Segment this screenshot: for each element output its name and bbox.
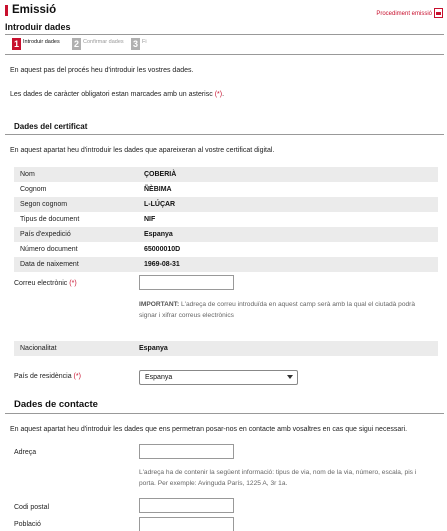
- step-number: 3: [131, 38, 140, 50]
- row-label: Cognom: [20, 186, 47, 193]
- email-help: IMPORTANT: L'adreça de correu introduïda…: [139, 299, 429, 321]
- contact-divider: [5, 413, 444, 414]
- row-value: ÑÈBIMA: [144, 186, 172, 193]
- table-row: Número document 65000010D: [14, 242, 438, 257]
- certificate-divider: [5, 134, 444, 135]
- intro-text: En aquest pas del procés heu d'introduir…: [10, 67, 194, 74]
- title-accent-bar: [5, 5, 8, 16]
- page-title: Emissió: [12, 4, 57, 16]
- header-divider: [5, 34, 444, 35]
- step-label: Fi: [142, 39, 147, 45]
- postal-code-field[interactable]: [139, 498, 234, 513]
- step-indicator: 1 Introduir dades 2 Confirmar dades 3 Fi: [12, 38, 312, 52]
- nationality-label: Nacionalitat: [20, 345, 57, 352]
- row-value: ÇOBERIÀ: [144, 171, 177, 178]
- pdf-icon[interactable]: [434, 8, 443, 18]
- certificate-description: En aquest apartat heu d'introduir les da…: [10, 147, 275, 154]
- nationality-row: Nacionalitat Espanya: [14, 341, 438, 356]
- required-note-text: Les dades de caràcter obligatori estan m…: [10, 91, 213, 98]
- address-field[interactable]: [139, 444, 234, 459]
- residence-country-select[interactable]: Espanya: [139, 370, 298, 385]
- certificate-section-title: Dades del certificat: [14, 122, 88, 131]
- email-help-text: L'adreça de correu introduïda en aquest …: [139, 301, 416, 319]
- table-row: Cognom ÑÈBIMA: [14, 182, 438, 197]
- email-label: Correu electrònic (*): [14, 280, 77, 287]
- address-help: L'adreça ha de contenir la següent infor…: [139, 469, 417, 487]
- postal-code-label: Codi postal: [14, 504, 50, 511]
- required-mark: (*): [214, 91, 223, 98]
- step-number: 1: [12, 38, 21, 50]
- step-label: Confirmar dades: [83, 39, 124, 45]
- town-label: Població: [14, 521, 41, 528]
- required-mark: (*): [69, 280, 77, 287]
- table-row: Nom ÇOBERIÀ: [14, 167, 438, 182]
- row-value: 65000010D: [144, 246, 181, 253]
- table-row: Data de naixement 1969-08-31: [14, 257, 438, 272]
- row-label: Tipus de document: [20, 216, 80, 223]
- row-label: País d'expedició: [20, 231, 71, 238]
- step-number: 2: [72, 38, 81, 50]
- row-value: Espanya: [144, 231, 173, 238]
- contact-description: En aquest apartat heu d'introduir les da…: [10, 426, 408, 433]
- chevron-down-icon: [287, 375, 293, 379]
- table-row: Segon cognom L-LÚÇAR: [14, 197, 438, 212]
- step-label: Introduir dades: [23, 39, 60, 45]
- contact-section-title: Dades de contacte: [14, 399, 98, 410]
- row-value: L-LÚÇAR: [144, 201, 176, 208]
- town-field[interactable]: [139, 517, 234, 531]
- row-value: NIF: [144, 216, 156, 223]
- required-mark: (*): [73, 373, 81, 380]
- table-row: Tipus de document NIF: [14, 212, 438, 227]
- required-note-end: .: [222, 91, 225, 98]
- row-label: Segon cognom: [20, 201, 68, 208]
- residence-label-text: País de residència: [14, 373, 72, 380]
- email-help-bold: IMPORTANT:: [139, 301, 180, 308]
- required-note: Les dades de caràcter obligatori estan m…: [10, 91, 224, 98]
- emission-form-page: Emissió Procediment emissió Introduir da…: [5, 3, 444, 531]
- residence-label: País de residència (*): [14, 373, 81, 380]
- certificate-data-table: Nom ÇOBERIÀ Cognom ÑÈBIMA Segon cognom L…: [14, 167, 438, 272]
- row-label: Número document: [20, 246, 78, 253]
- row-label: Nom: [20, 171, 35, 178]
- row-value: 1969-08-31: [144, 261, 180, 268]
- residence-selected-value: Espanya: [145, 374, 173, 381]
- address-label: Adreça: [14, 449, 37, 456]
- row-label: Data de naixement: [20, 261, 79, 268]
- nationality-value: Espanya: [139, 345, 168, 352]
- email-label-text: Correu electrònic: [14, 280, 68, 287]
- page-header: Emissió Procediment emissió: [5, 4, 444, 18]
- section-subtitle: Introduir dades: [5, 22, 71, 32]
- steps-divider: [5, 54, 444, 55]
- email-field[interactable]: [139, 275, 234, 290]
- table-row: País d'expedició Espanya: [14, 227, 438, 242]
- procedure-link[interactable]: Procediment emissió: [376, 11, 432, 17]
